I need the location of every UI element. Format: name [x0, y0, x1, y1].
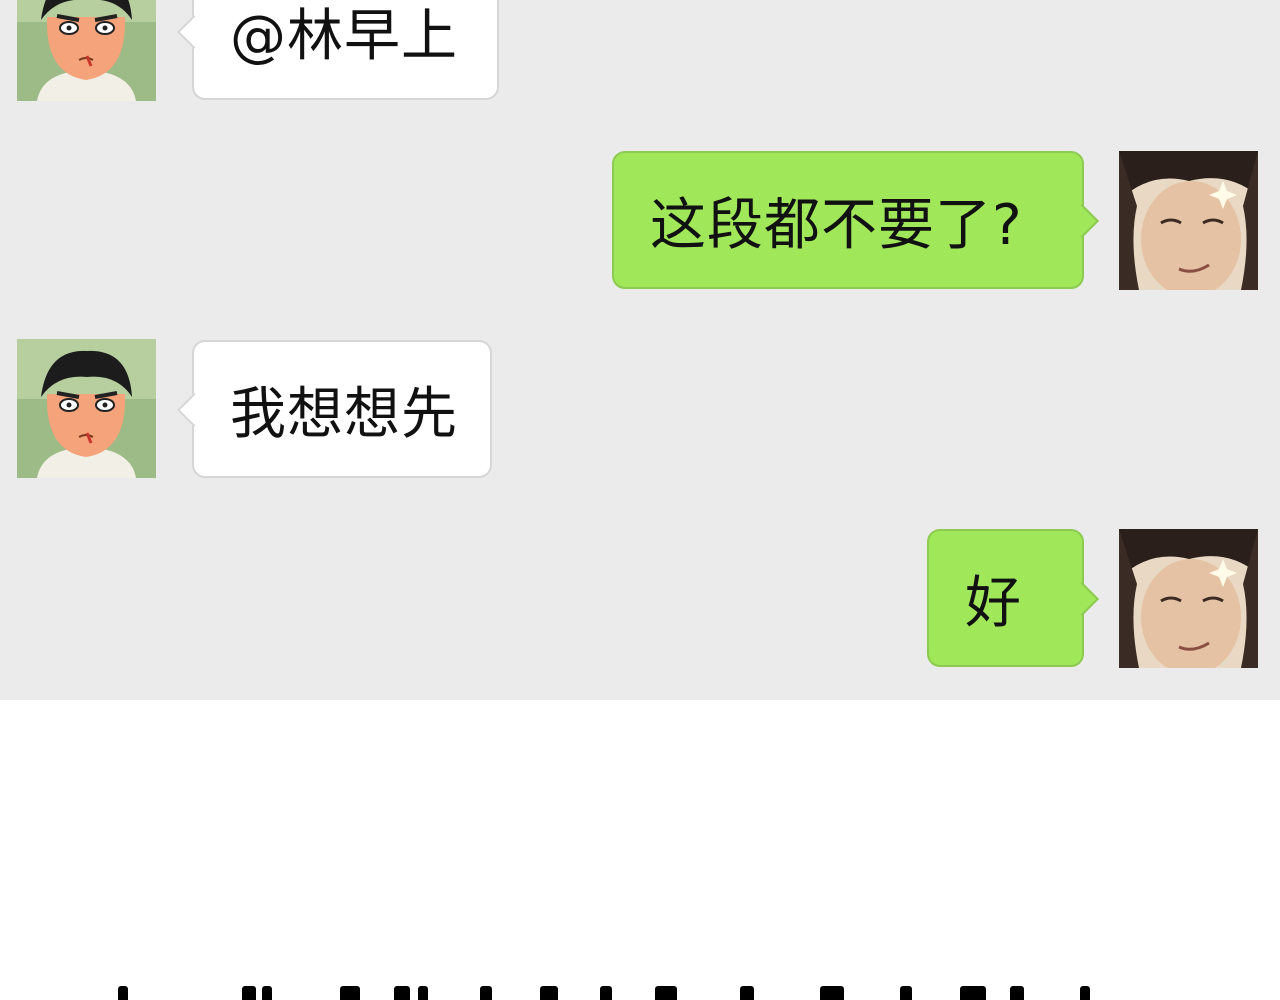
- message-text: 我想想先: [230, 381, 458, 447]
- message-text: 好: [965, 570, 1022, 636]
- bubble-tail: [1065, 204, 1099, 238]
- message-bubble-outgoing[interactable]: 好: [927, 529, 1099, 667]
- man-face-avatar-image: [1119, 529, 1258, 668]
- chat-area: @林早上 这段都不要了? 我想想先 好: [0, 0, 1280, 700]
- message-bubble-outgoing[interactable]: 这段都不要了?: [612, 151, 1099, 289]
- message-text: @林早上: [230, 3, 458, 69]
- man-face-avatar-image: [1119, 151, 1258, 290]
- anime-boy-avatar-image: [17, 0, 156, 101]
- bubble-tail: [1065, 582, 1099, 616]
- blank-panel: [0, 700, 1280, 1000]
- bubble-tail: [177, 15, 211, 49]
- anime-boy-avatar[interactable]: [17, 339, 156, 478]
- bubble-tail: [177, 393, 211, 427]
- man-face-avatar[interactable]: [1119, 151, 1258, 290]
- message-bubble-incoming[interactable]: @林早上: [177, 0, 499, 100]
- message-text: 这段都不要了?: [650, 192, 1023, 258]
- anime-boy-avatar-image: [17, 339, 156, 478]
- message-bubble-incoming[interactable]: 我想想先: [177, 340, 492, 478]
- anime-boy-avatar[interactable]: [17, 0, 156, 101]
- cropped-caption-line: [0, 986, 1280, 1000]
- man-face-avatar[interactable]: [1119, 529, 1258, 668]
